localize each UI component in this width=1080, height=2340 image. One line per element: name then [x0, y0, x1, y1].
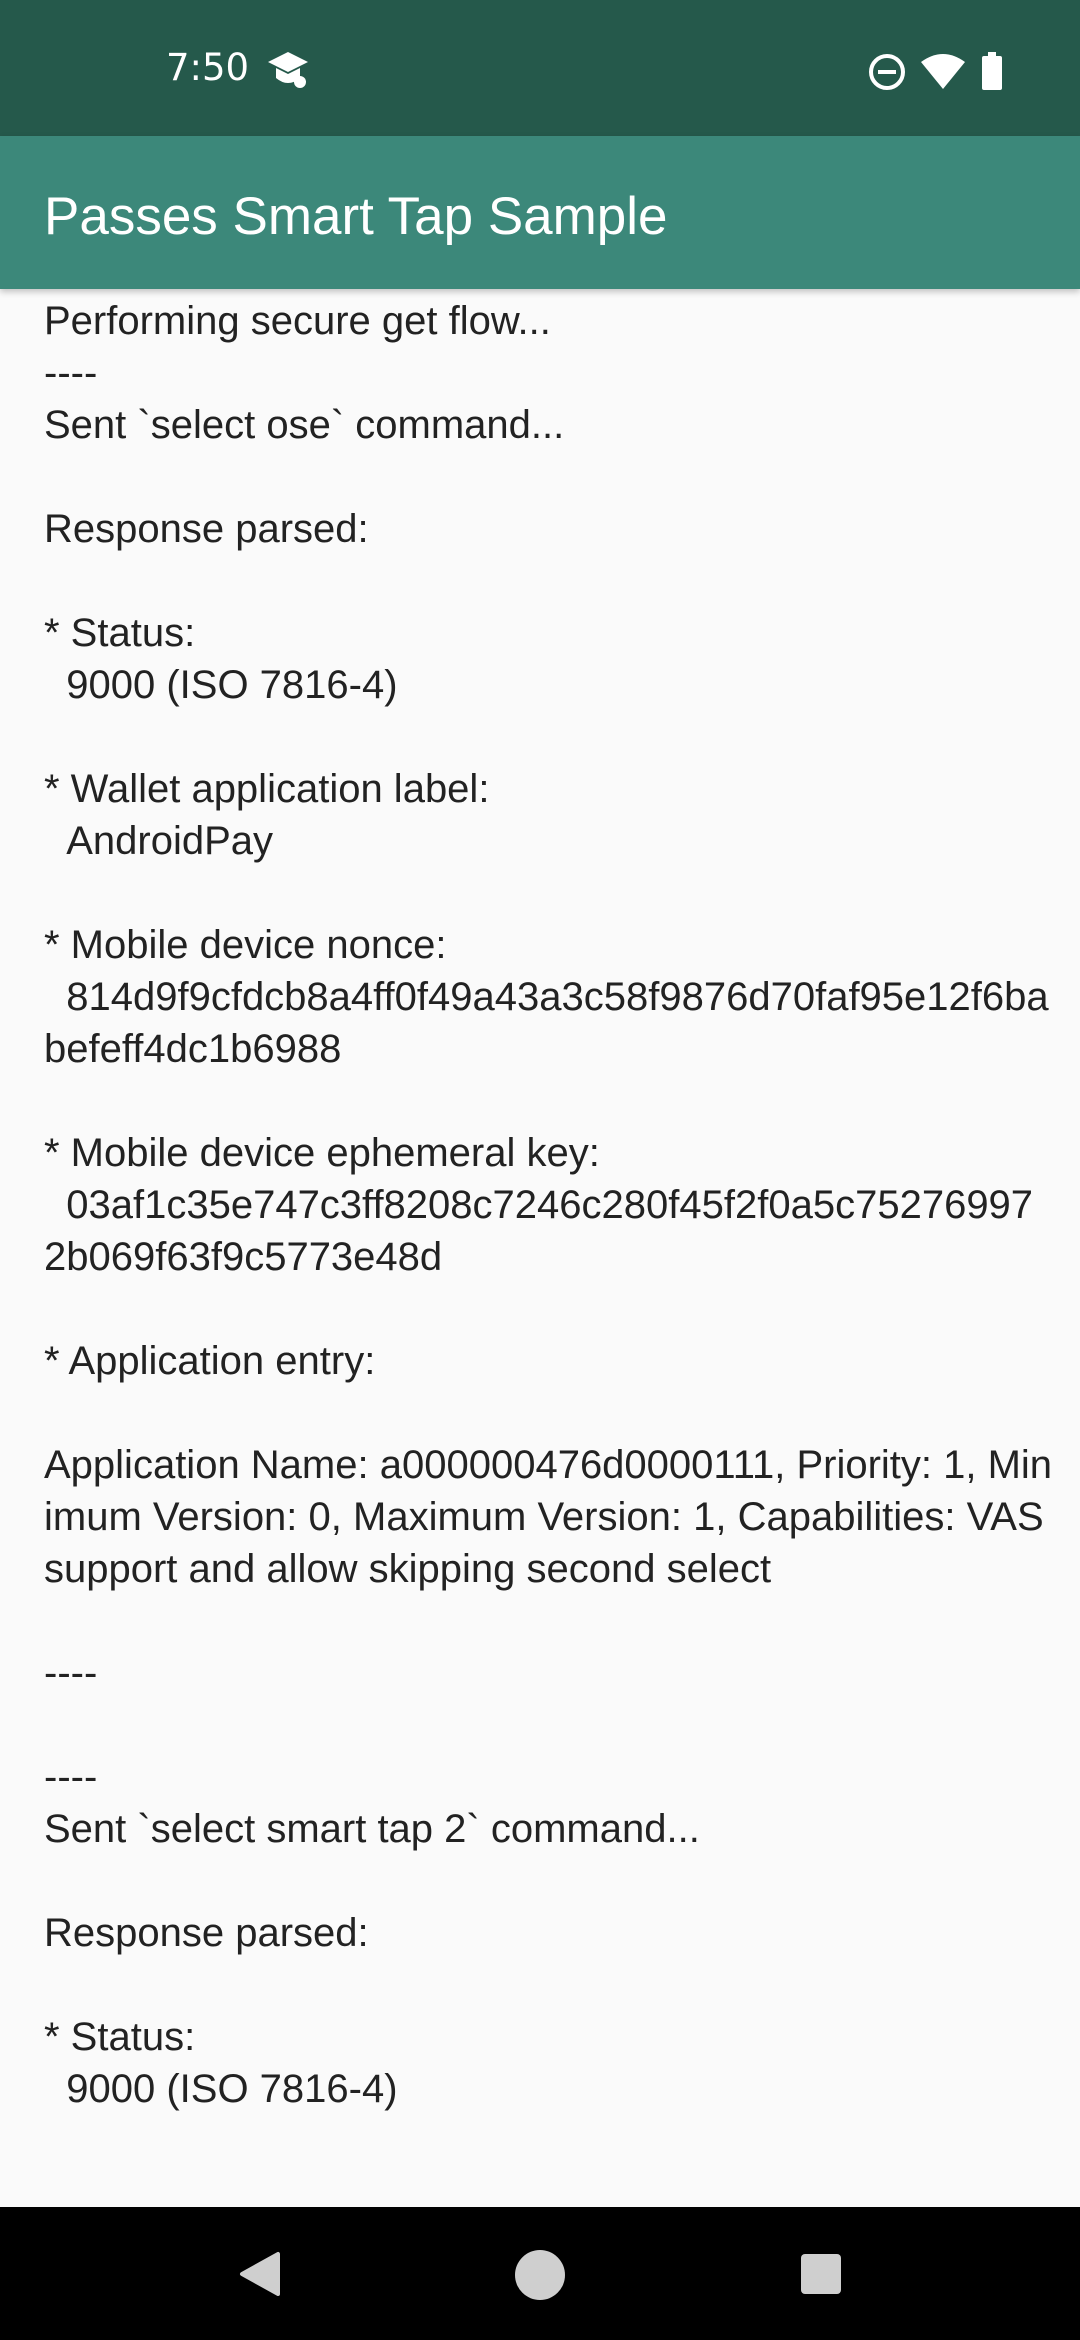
status-bar: 7:50	[0, 0, 1080, 136]
log-output-text: Performing secure get flow... ---- Sent …	[44, 299, 1053, 2111]
recents-icon[interactable]	[800, 2253, 842, 2295]
back-icon[interactable]	[236, 2250, 282, 2298]
page-title: Passes Smart Tap Sample	[44, 187, 668, 246]
status-time: 7:50	[166, 46, 250, 89]
app-bar: Passes Smart Tap Sample	[0, 136, 1080, 289]
home-icon[interactable]	[514, 2249, 566, 2301]
app-notification-icon	[268, 52, 308, 88]
battery-icon	[982, 52, 1002, 90]
log-scroll-view[interactable]: Performing secure get flow... ---- Sent …	[0, 289, 1080, 2207]
navigation-bar	[0, 2207, 1080, 2340]
wifi-icon	[921, 54, 965, 89]
do-not-disturb-icon	[869, 54, 905, 90]
